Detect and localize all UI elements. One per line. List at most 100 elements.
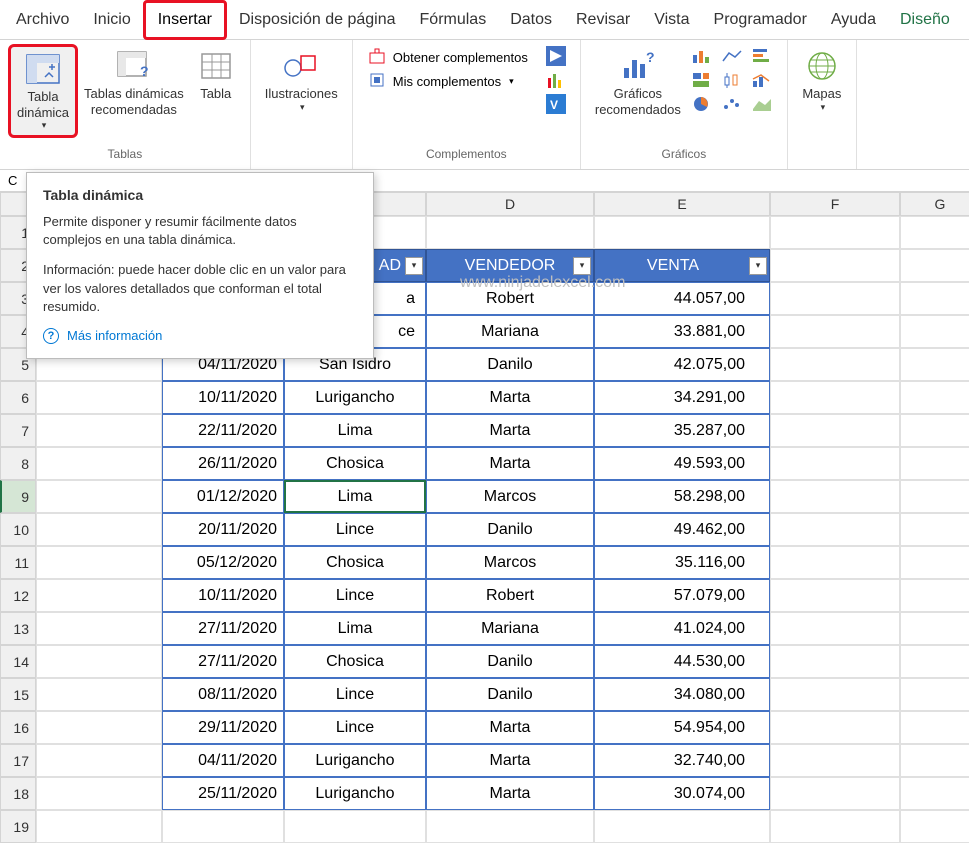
cell-venta[interactable]: 32.740,00 [594, 744, 770, 777]
cell-G17[interactable] [900, 744, 969, 777]
cell-A7[interactable] [36, 414, 162, 447]
cell-ciudad[interactable]: Chosica [284, 447, 426, 480]
cell-F8[interactable] [770, 447, 900, 480]
cell-F1[interactable] [770, 216, 900, 249]
cell-venta[interactable]: 49.593,00 [594, 447, 770, 480]
cell-vendedor[interactable]: Danilo [426, 678, 594, 711]
cell-G4[interactable] [900, 315, 969, 348]
cell-F14[interactable] [770, 645, 900, 678]
cell-ciudad[interactable]: Lince [284, 711, 426, 744]
cell-venta[interactable]: 34.080,00 [594, 678, 770, 711]
bar-chart-icon[interactable] [749, 46, 775, 66]
cell-fecha[interactable]: 26/11/2020 [162, 447, 284, 480]
cell-A12[interactable] [36, 579, 162, 612]
get-addins-button[interactable]: Obtener complementos [365, 46, 532, 68]
cell-G19[interactable] [900, 810, 969, 843]
menu-ayuda[interactable]: Ayuda [819, 3, 888, 37]
cell-G16[interactable] [900, 711, 969, 744]
cell-fecha[interactable]: 29/11/2020 [162, 711, 284, 744]
pivot-table-button[interactable]: Tabla dinámica▾ [8, 44, 78, 138]
col-header-G[interactable]: G [900, 192, 969, 216]
cell-F19[interactable] [770, 810, 900, 843]
cell-G3[interactable] [900, 282, 969, 315]
combo-chart-icon[interactable] [749, 70, 775, 90]
cell-G6[interactable] [900, 381, 969, 414]
cell-vendedor[interactable]: Danilo [426, 348, 594, 381]
cell-D19[interactable] [426, 810, 594, 843]
cell-vendedor[interactable]: Marta [426, 447, 594, 480]
cell-vendedor[interactable]: Robert [426, 579, 594, 612]
cell-A17[interactable] [36, 744, 162, 777]
cell-A8[interactable] [36, 447, 162, 480]
cell-venta[interactable]: 41.024,00 [594, 612, 770, 645]
cell-G18[interactable] [900, 777, 969, 810]
cell-F18[interactable] [770, 777, 900, 810]
cell-A13[interactable] [36, 612, 162, 645]
cell-G1[interactable] [900, 216, 969, 249]
stat-chart-icon[interactable] [719, 70, 745, 90]
cell-ciudad[interactable]: Lince [284, 579, 426, 612]
row-header-18[interactable]: 18 [0, 777, 36, 810]
menu-revisar[interactable]: Revisar [564, 3, 642, 37]
filter-button[interactable]: ▾ [749, 257, 767, 275]
row-header-9[interactable]: 9 [0, 480, 36, 513]
menu-programador[interactable]: Programador [702, 3, 819, 37]
cell-venta[interactable]: 30.074,00 [594, 777, 770, 810]
cell-vendedor[interactable]: Marcos [426, 480, 594, 513]
cell-fecha[interactable]: 22/11/2020 [162, 414, 284, 447]
visio-icon[interactable]: V [546, 94, 568, 116]
menu-inicio[interactable]: Inicio [81, 3, 142, 37]
cell-F3[interactable] [770, 282, 900, 315]
cell-fecha[interactable]: 25/11/2020 [162, 777, 284, 810]
cell-A6[interactable] [36, 381, 162, 414]
menu-formulas[interactable]: Fórmulas [408, 3, 499, 37]
cell-vendedor[interactable]: Marta [426, 414, 594, 447]
row-header-16[interactable]: 16 [0, 711, 36, 744]
row-header-19[interactable]: 19 [0, 810, 36, 843]
menu-diseno[interactable]: Diseño [888, 3, 962, 37]
cell-vendedor[interactable]: Danilo [426, 645, 594, 678]
cell-fecha[interactable]: 27/11/2020 [162, 612, 284, 645]
scatter-chart-icon[interactable] [719, 94, 745, 114]
cell-F12[interactable] [770, 579, 900, 612]
cell-A15[interactable] [36, 678, 162, 711]
row-header-14[interactable]: 14 [0, 645, 36, 678]
cell-ciudad[interactable]: Lurigancho [284, 744, 426, 777]
cell-vendedor[interactable]: Mariana [426, 612, 594, 645]
cell-venta[interactable]: 44.057,00 [594, 282, 770, 315]
illustrations-button[interactable]: Ilustraciones ▾ [259, 44, 344, 116]
row-header-11[interactable]: 11 [0, 546, 36, 579]
cell-venta[interactable]: 44.530,00 [594, 645, 770, 678]
row-header-12[interactable]: 12 [0, 579, 36, 612]
cell-venta[interactable]: 33.881,00 [594, 315, 770, 348]
cell-G5[interactable] [900, 348, 969, 381]
line-chart-icon[interactable] [719, 46, 745, 66]
cell-fecha[interactable]: 01/12/2020 [162, 480, 284, 513]
column-chart-icon[interactable] [689, 46, 715, 66]
cell-vendedor[interactable]: Marta [426, 744, 594, 777]
cell-G2[interactable] [900, 249, 969, 282]
col-header-E[interactable]: E [594, 192, 770, 216]
hierarchy-chart-icon[interactable] [689, 70, 715, 90]
cell-B19[interactable] [162, 810, 284, 843]
cell-A14[interactable] [36, 645, 162, 678]
cell-fecha[interactable]: 04/11/2020 [162, 744, 284, 777]
cell-A16[interactable] [36, 711, 162, 744]
cell-E1[interactable] [594, 216, 770, 249]
cell-G10[interactable] [900, 513, 969, 546]
cell-vendedor[interactable]: Marcos [426, 546, 594, 579]
maps-button[interactable]: Mapas ▾ [796, 44, 848, 116]
menu-datos[interactable]: Datos [498, 3, 564, 37]
cell-A9[interactable] [36, 480, 162, 513]
row-header-15[interactable]: 15 [0, 678, 36, 711]
cell-fecha[interactable]: 27/11/2020 [162, 645, 284, 678]
cell-F4[interactable] [770, 315, 900, 348]
cell-fecha[interactable]: 08/11/2020 [162, 678, 284, 711]
cell-fecha[interactable]: 10/11/2020 [162, 579, 284, 612]
menu-archivo[interactable]: Archivo [4, 3, 81, 37]
row-header-13[interactable]: 13 [0, 612, 36, 645]
my-addins-button[interactable]: Mis complementos ▾ [365, 70, 532, 92]
cell-ciudad[interactable]: Chosica [284, 546, 426, 579]
cell-G7[interactable] [900, 414, 969, 447]
menu-vista[interactable]: Vista [642, 3, 701, 37]
